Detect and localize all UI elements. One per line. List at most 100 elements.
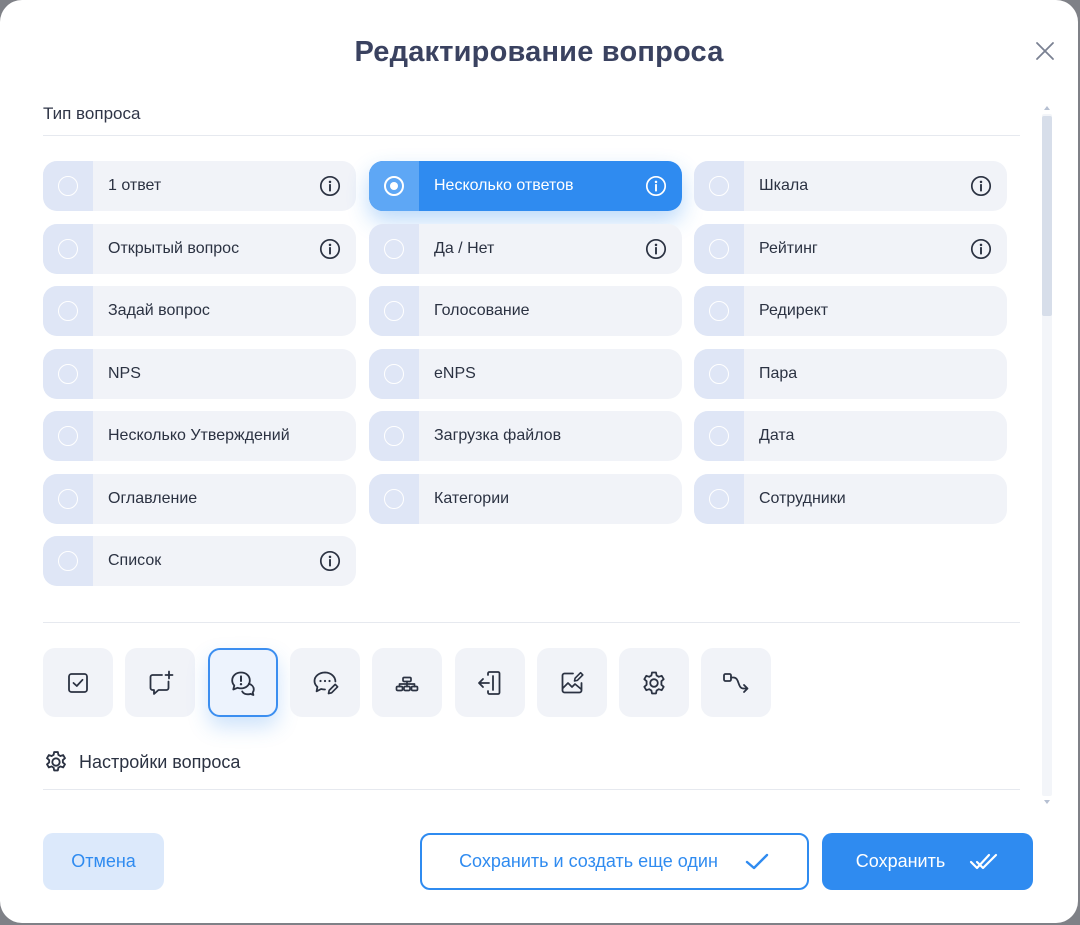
add-comment-icon xyxy=(149,670,174,695)
toolbar-button-chat-edit[interactable] xyxy=(290,648,360,717)
question-type-option[interactable]: Задай вопрос xyxy=(43,286,356,336)
toolbar-button-gear[interactable] xyxy=(619,648,689,717)
radio-button[interactable] xyxy=(384,239,404,259)
radio-button[interactable] xyxy=(384,489,404,509)
radio-cell[interactable] xyxy=(43,224,93,274)
question-type-option-label: Категории xyxy=(434,490,510,507)
radio-cell[interactable] xyxy=(369,349,419,399)
question-type-label: Тип вопроса xyxy=(43,104,141,123)
double-check-icon xyxy=(970,853,998,869)
toolbar-button-route[interactable] xyxy=(701,648,771,717)
radio-cell[interactable] xyxy=(43,349,93,399)
radio-button[interactable] xyxy=(709,239,729,259)
question-type-option-label: Задай вопрос xyxy=(108,302,210,319)
radio-cell[interactable] xyxy=(694,349,744,399)
radio-cell[interactable] xyxy=(43,536,93,586)
modal-title: Редактирование вопроса xyxy=(354,36,724,68)
info-icon xyxy=(645,175,667,197)
radio-cell[interactable] xyxy=(43,286,93,336)
radio-button[interactable] xyxy=(709,426,729,446)
question-type-option[interactable]: Несколько Утверждений xyxy=(43,411,356,461)
checkbox-icon xyxy=(68,672,88,693)
info-button[interactable] xyxy=(645,238,667,260)
question-type-option[interactable]: eNPS xyxy=(369,349,682,399)
radio-cell[interactable] xyxy=(43,474,93,524)
close-button[interactable] xyxy=(1032,38,1058,64)
toolbar-button-add-comment[interactable] xyxy=(125,648,195,717)
radio-cell[interactable] xyxy=(369,411,419,461)
question-type-option-label: Сотрудники xyxy=(759,490,846,507)
scroll-down-icon[interactable] xyxy=(1044,800,1050,804)
question-type-option[interactable]: Загрузка файлов xyxy=(369,411,682,461)
info-icon xyxy=(970,238,992,260)
radio-button[interactable] xyxy=(709,301,729,321)
radio-cell[interactable] xyxy=(369,286,419,336)
question-type-option[interactable]: Да / Нет xyxy=(369,224,682,274)
radio-cell[interactable] xyxy=(694,224,744,274)
radio-cell[interactable] xyxy=(369,474,419,524)
save-and-create-button[interactable]: Сохранить и создать еще один xyxy=(420,833,809,890)
info-button[interactable] xyxy=(319,238,341,260)
info-button[interactable] xyxy=(645,175,667,197)
radio-button[interactable] xyxy=(58,551,78,571)
hierarchy-icon xyxy=(395,676,419,691)
question-type-option-label: Пара xyxy=(759,365,798,382)
question-type-option[interactable]: Редирект xyxy=(694,286,1007,336)
info-button[interactable] xyxy=(319,175,341,197)
radio-button[interactable] xyxy=(58,426,78,446)
toolbar-button-exit-door[interactable] xyxy=(455,648,525,717)
radio-button[interactable] xyxy=(58,239,78,259)
toolbar-button-hierarchy[interactable] xyxy=(372,648,442,717)
scrollbar[interactable] xyxy=(1041,104,1053,806)
question-type-option[interactable]: Голосование xyxy=(369,286,682,336)
scroll-up-icon[interactable] xyxy=(1044,106,1050,110)
radio-button[interactable] xyxy=(58,176,78,196)
info-button[interactable] xyxy=(319,550,341,572)
radio-button[interactable] xyxy=(384,176,404,196)
radio-button[interactable] xyxy=(709,364,729,384)
radio-cell[interactable] xyxy=(694,161,744,211)
question-settings-toggle[interactable]: Настройки вопроса xyxy=(43,748,240,776)
question-type-option[interactable]: Рейтинг xyxy=(694,224,1007,274)
info-button[interactable] xyxy=(970,175,992,197)
cancel-button[interactable]: Отмена xyxy=(43,833,164,890)
question-type-option-label: Шкала xyxy=(759,177,809,194)
question-type-option[interactable]: NPS xyxy=(43,349,356,399)
question-type-option[interactable]: Категории xyxy=(369,474,682,524)
radio-cell[interactable] xyxy=(694,411,744,461)
question-type-option[interactable]: Шкала xyxy=(694,161,1007,211)
question-type-option[interactable]: Открытый вопрос xyxy=(43,224,356,274)
scrollbar-thumb[interactable] xyxy=(1042,116,1052,316)
radio-cell[interactable] xyxy=(43,411,93,461)
radio-cell[interactable] xyxy=(369,224,419,274)
toolbar-button-chat-alert[interactable] xyxy=(208,648,278,717)
radio-button[interactable] xyxy=(384,301,404,321)
question-type-option[interactable]: Список xyxy=(43,536,356,586)
radio-button[interactable] xyxy=(709,489,729,509)
radio-cell[interactable] xyxy=(43,161,93,211)
radio-cell[interactable] xyxy=(694,286,744,336)
toolbar-button-image-edit[interactable] xyxy=(537,648,607,717)
save-button[interactable]: Сохранить xyxy=(822,833,1033,890)
question-type-option-label: Несколько Утверждений xyxy=(108,427,290,444)
radio-button[interactable] xyxy=(384,364,404,384)
radio-button[interactable] xyxy=(58,301,78,321)
radio-button[interactable] xyxy=(58,489,78,509)
radio-button[interactable] xyxy=(58,364,78,384)
question-type-option[interactable]: Несколько ответов xyxy=(369,161,682,211)
image-edit-icon xyxy=(561,671,584,693)
radio-button[interactable] xyxy=(384,426,404,446)
question-type-option[interactable]: Оглавление xyxy=(43,474,356,524)
toolbar-button-checkbox[interactable] xyxy=(43,648,113,717)
radio-button[interactable] xyxy=(709,176,729,196)
question-type-option-label: Оглавление xyxy=(108,490,198,507)
info-button[interactable] xyxy=(970,238,992,260)
divider xyxy=(43,622,1020,623)
radio-cell[interactable] xyxy=(369,161,419,211)
question-type-option[interactable]: Сотрудники xyxy=(694,474,1007,524)
question-type-option[interactable]: Дата xyxy=(694,411,1007,461)
question-type-option[interactable]: 1 ответ xyxy=(43,161,356,211)
question-type-option[interactable]: Пара xyxy=(694,349,1007,399)
close-icon xyxy=(1036,42,1054,60)
radio-cell[interactable] xyxy=(694,474,744,524)
